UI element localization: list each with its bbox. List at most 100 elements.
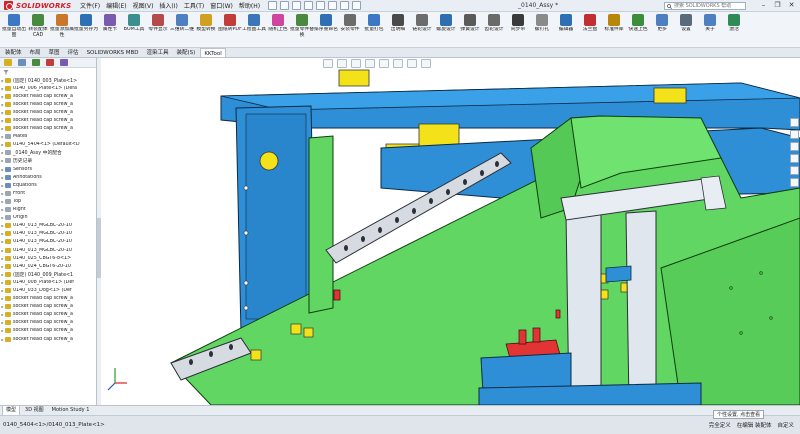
config-tab-icon[interactable]	[32, 59, 40, 66]
feature-tree-tab-icon[interactable]	[4, 59, 12, 66]
tree-item[interactable]: ▸ 0140_013_MGLBC-20-10	[0, 238, 96, 246]
tree-item[interactable]: ▸ socket head cap screw_a	[0, 327, 96, 335]
tree-item[interactable]: ▸ 0140_5404<1> (Default<D	[0, 141, 96, 149]
tree-item[interactable]: ▸ 0140_013_MGLBC-20-10	[0, 230, 96, 238]
cad-model-view[interactable]	[101, 58, 800, 405]
ribbon-button[interactable]: 螺钉孔	[530, 12, 554, 46]
ribbon-button[interactable]: 图纸转PDF	[218, 12, 242, 46]
menu-item[interactable]: 窗口(W)	[210, 1, 233, 10]
tree-item[interactable]: ▸ 0140_033_Dog<1> (Def	[0, 286, 96, 294]
tree-item[interactable]: ▸ 0140_024_CBGT6-20-10	[0, 262, 96, 270]
tree-item[interactable]: ▸ 0140_013_MGLBC-20-10	[0, 222, 96, 230]
hide-show-icon[interactable]	[407, 59, 417, 68]
appearances-icon[interactable]	[789, 166, 799, 175]
command-tab[interactable]: 草图	[46, 48, 63, 57]
tree-item[interactable]: ▸ socket head cap screw_a	[0, 311, 96, 319]
custom-properties-icon[interactable]	[789, 178, 799, 187]
command-tab[interactable]: 评估	[65, 48, 82, 57]
tree-item[interactable]: ▸ Sensors	[0, 165, 96, 173]
dim-expert-tab-icon[interactable]	[46, 59, 54, 66]
tree-item[interactable]: ▸ Front	[0, 189, 96, 197]
ribbon-button[interactable]: 排序重命名	[314, 12, 338, 46]
command-tab[interactable]: 装配体	[2, 48, 25, 57]
ribbon-button[interactable]: 零件显示	[146, 12, 170, 46]
save-icon[interactable]	[292, 1, 302, 10]
select-icon[interactable]	[328, 1, 338, 10]
ribbon-button[interactable]: 属性卡	[98, 12, 122, 46]
property-tab-icon[interactable]	[18, 59, 26, 66]
tree-item[interactable]: ▸ Right	[0, 206, 96, 214]
tree-item[interactable]: ▸ 0140_025_CBGT6-8<1>	[0, 254, 96, 262]
tree-item[interactable]: ▸ 0140_006_Plate<1> (Defa	[0, 84, 96, 92]
ribbon-button[interactable]: 安装零件	[338, 12, 362, 46]
tree-item[interactable]: ▸ (固定) 0140_003_Plate<1>	[0, 76, 96, 84]
previous-view-icon[interactable]	[351, 59, 361, 68]
ribbon-button[interactable]: 齿轮设计	[482, 12, 506, 46]
menu-item[interactable]: 帮助(H)	[239, 1, 260, 10]
undo-icon[interactable]	[316, 1, 326, 10]
tree-filter[interactable]	[0, 68, 96, 76]
resources-icon[interactable]	[789, 118, 799, 127]
tree-item[interactable]: ▸ Top	[0, 197, 96, 205]
design-library-icon[interactable]	[789, 130, 799, 139]
tree-item[interactable]: ▸ socket head cap screw_a	[0, 92, 96, 100]
ribbon-button[interactable]: 编辑器	[554, 12, 578, 46]
tree-item[interactable]: ▸ Mates	[0, 133, 96, 141]
ribbon-button[interactable]: 标准件库	[602, 12, 626, 46]
ribbon-button[interactable]: 同步带	[506, 12, 530, 46]
ribbon-button[interactable]: 批量自动出图	[2, 12, 26, 46]
minimize-icon[interactable]: –	[758, 1, 769, 10]
tree-item[interactable]: ▸ Annotations	[0, 173, 96, 181]
tree-item[interactable]: ▸ socket head cap screw_a	[0, 295, 96, 303]
search-input[interactable]	[674, 3, 744, 9]
ribbon-button[interactable]: 随机上色	[266, 12, 290, 46]
command-tab[interactable]: 装配(S)	[174, 48, 199, 57]
tree-item[interactable]: ▸ Equations	[0, 181, 96, 189]
menu-item[interactable]: 视图(V)	[133, 1, 154, 10]
appearance-icon[interactable]	[421, 59, 431, 68]
ribbon-button[interactable]: 关于	[698, 12, 722, 46]
app-logo[interactable]: SOLIDWORKS	[0, 1, 76, 10]
tree-item[interactable]: ▸ socket head cap screw_a	[0, 303, 96, 311]
zoom-fit-icon[interactable]	[323, 59, 333, 68]
close-icon[interactable]: ✕	[786, 1, 797, 10]
ribbon-button[interactable]: 链轮设计	[410, 12, 434, 46]
open-file-icon[interactable]	[280, 1, 290, 10]
ribbon-button[interactable]: 批量另存为	[74, 12, 98, 46]
ribbon-button[interactable]: 设置	[674, 12, 698, 46]
ribbon-button[interactable]: 螺旋设计	[434, 12, 458, 46]
options-gear-icon[interactable]	[352, 1, 362, 10]
tree-item[interactable]: ▸ 0140_008_Plate<1> (Def	[0, 278, 96, 286]
tree-item[interactable]: ▸ socket head cap screw_a	[0, 100, 96, 108]
ribbon-button[interactable]: 批量添加属性	[50, 12, 74, 46]
zoom-area-icon[interactable]	[337, 59, 347, 68]
ribbon-button[interactable]: 工程图工具	[242, 12, 266, 46]
view-palette-icon[interactable]	[789, 154, 799, 163]
tree-item[interactable]: ▸ _0140_Assy 中的配合	[0, 149, 96, 157]
command-tab[interactable]: 布局	[27, 48, 44, 57]
display-tab-icon[interactable]	[60, 59, 68, 66]
ribbon-button[interactable]: 批量零件替换	[290, 12, 314, 46]
ribbon-button[interactable]: 更多	[650, 12, 674, 46]
view-orientation-icon[interactable]	[379, 59, 389, 68]
tree-item[interactable]: ▸ socket head cap screw_a	[0, 116, 96, 124]
tree-item[interactable]: ▸ socket head cap screw_a	[0, 335, 96, 343]
menu-item[interactable]: 工具(T)	[184, 1, 204, 10]
ribbon-button[interactable]: BOM工具	[122, 12, 146, 46]
tree-item[interactable]: ▸ socket head cap screw_a	[0, 125, 96, 133]
tree-item[interactable]: ▸ Origin	[0, 214, 96, 222]
ribbon-button[interactable]: 模型转换	[194, 12, 218, 46]
ribbon-button[interactable]: 出明细	[386, 12, 410, 46]
section-view-icon[interactable]	[365, 59, 375, 68]
restore-icon[interactable]: ❐	[772, 1, 783, 10]
rebuild-icon[interactable]	[340, 1, 350, 10]
graphics-area[interactable]	[101, 58, 800, 405]
menu-item[interactable]: 编辑(E)	[106, 1, 126, 10]
tree-item[interactable]: ▸ socket head cap screw_a	[0, 319, 96, 327]
tree-item[interactable]: ▸ 0140_013_MGLBC-20-10	[0, 246, 96, 254]
command-tab[interactable]: 渲染工具	[144, 48, 172, 57]
ribbon-button[interactable]: 激活	[722, 12, 746, 46]
help-search[interactable]	[664, 2, 746, 10]
model-tab[interactable]: Motion Study 1	[49, 406, 93, 415]
notification-toast[interactable]: 个性设置, 点击查看	[713, 410, 765, 419]
